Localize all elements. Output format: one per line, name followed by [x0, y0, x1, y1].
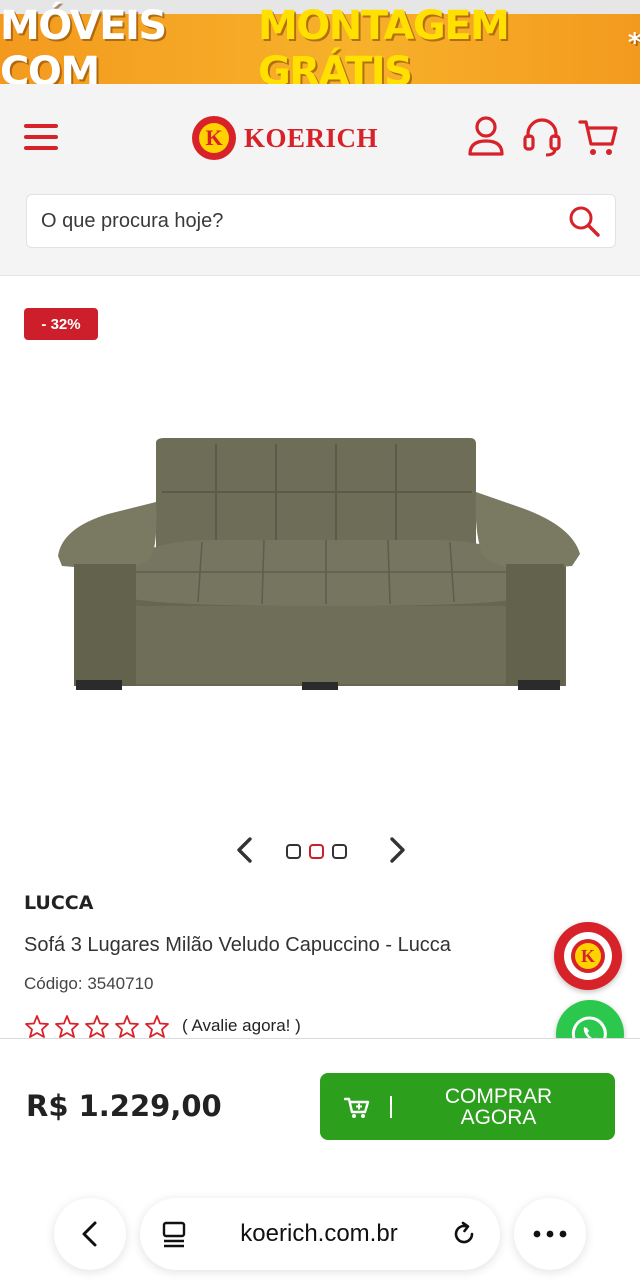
- koerich-chat-letter: K: [575, 943, 601, 969]
- koerich-chat-core: K: [571, 939, 605, 973]
- browser-url: koerich.com.br: [240, 1220, 398, 1247]
- koerich-chat-button[interactable]: K: [554, 922, 622, 990]
- promo-text-yellow: MONTAGEM GRÁTIS: [257, 3, 510, 95]
- browser-more-button[interactable]: [514, 1198, 586, 1270]
- add-to-cart-icon: [344, 1097, 370, 1118]
- page-menu-icon[interactable]: [162, 1220, 188, 1248]
- chevron-right-icon[interactable]: [382, 834, 410, 866]
- star-icon[interactable]: [24, 1014, 50, 1038]
- rating-stars[interactable]: [24, 1014, 170, 1038]
- headset-icon[interactable]: [522, 114, 562, 158]
- star-icon[interactable]: [144, 1014, 170, 1038]
- rate-now-link[interactable]: ( Avalie agora! ): [182, 1016, 301, 1036]
- browser-back-button[interactable]: [54, 1198, 126, 1270]
- product-price: R$ 1.229,00: [26, 1089, 222, 1123]
- product-rating: ( Avalie agora! ): [24, 1014, 301, 1038]
- star-icon[interactable]: [54, 1014, 80, 1038]
- carousel-dot-3[interactable]: [332, 844, 347, 859]
- promo-asterisk: *: [627, 28, 640, 58]
- page: MÓVEIS COM MONTAGEM GRÁTIS * K KOERICH O…: [0, 0, 640, 1280]
- star-icon[interactable]: [114, 1014, 140, 1038]
- carousel-dot-2-active[interactable]: [309, 844, 324, 859]
- search-input[interactable]: [41, 209, 567, 233]
- discount-badge: - 32%: [24, 308, 98, 340]
- carousel-dots: [286, 844, 347, 859]
- logo-text: KOERICH: [244, 122, 379, 153]
- image-carousel-controls: [232, 832, 412, 868]
- logo-badge: K: [192, 116, 236, 160]
- chevron-left-icon[interactable]: [232, 834, 260, 866]
- promo-text-white: MÓVEIS COM: [0, 3, 167, 95]
- koerich-chat-bubble: K: [564, 932, 612, 980]
- buy-button-label: COMPRAR AGORA: [444, 1084, 553, 1129]
- menu-icon[interactable]: [24, 124, 60, 152]
- buy-now-button[interactable]: COMPRAR AGORA: [320, 1073, 615, 1140]
- product-brand[interactable]: LUCCA: [24, 892, 93, 914]
- product-code: Código: 3540710: [24, 974, 154, 993]
- reload-icon[interactable]: [450, 1220, 478, 1248]
- search-icon[interactable]: [567, 204, 601, 238]
- chevron-left-icon: [82, 1221, 97, 1247]
- promo-banner[interactable]: MÓVEIS COM MONTAGEM GRÁTIS *: [0, 3, 640, 95]
- user-icon[interactable]: [466, 114, 506, 158]
- more-dots-icon: [533, 1230, 567, 1238]
- cart-icon[interactable]: [578, 114, 618, 158]
- star-icon[interactable]: [84, 1014, 110, 1038]
- product-title: Sofá 3 Lugares Milão Veludo Capuccino - …: [24, 934, 451, 956]
- product-image-sofa[interactable]: [52, 430, 584, 700]
- logo-letter: K: [199, 123, 229, 153]
- site-header: K KOERICH: [0, 84, 640, 276]
- koerich-logo[interactable]: K KOERICH: [192, 116, 378, 160]
- carousel-dot-1[interactable]: [286, 844, 301, 859]
- browser-address-bar[interactable]: koerich.com.br: [140, 1198, 500, 1270]
- search-bar[interactable]: [26, 194, 616, 248]
